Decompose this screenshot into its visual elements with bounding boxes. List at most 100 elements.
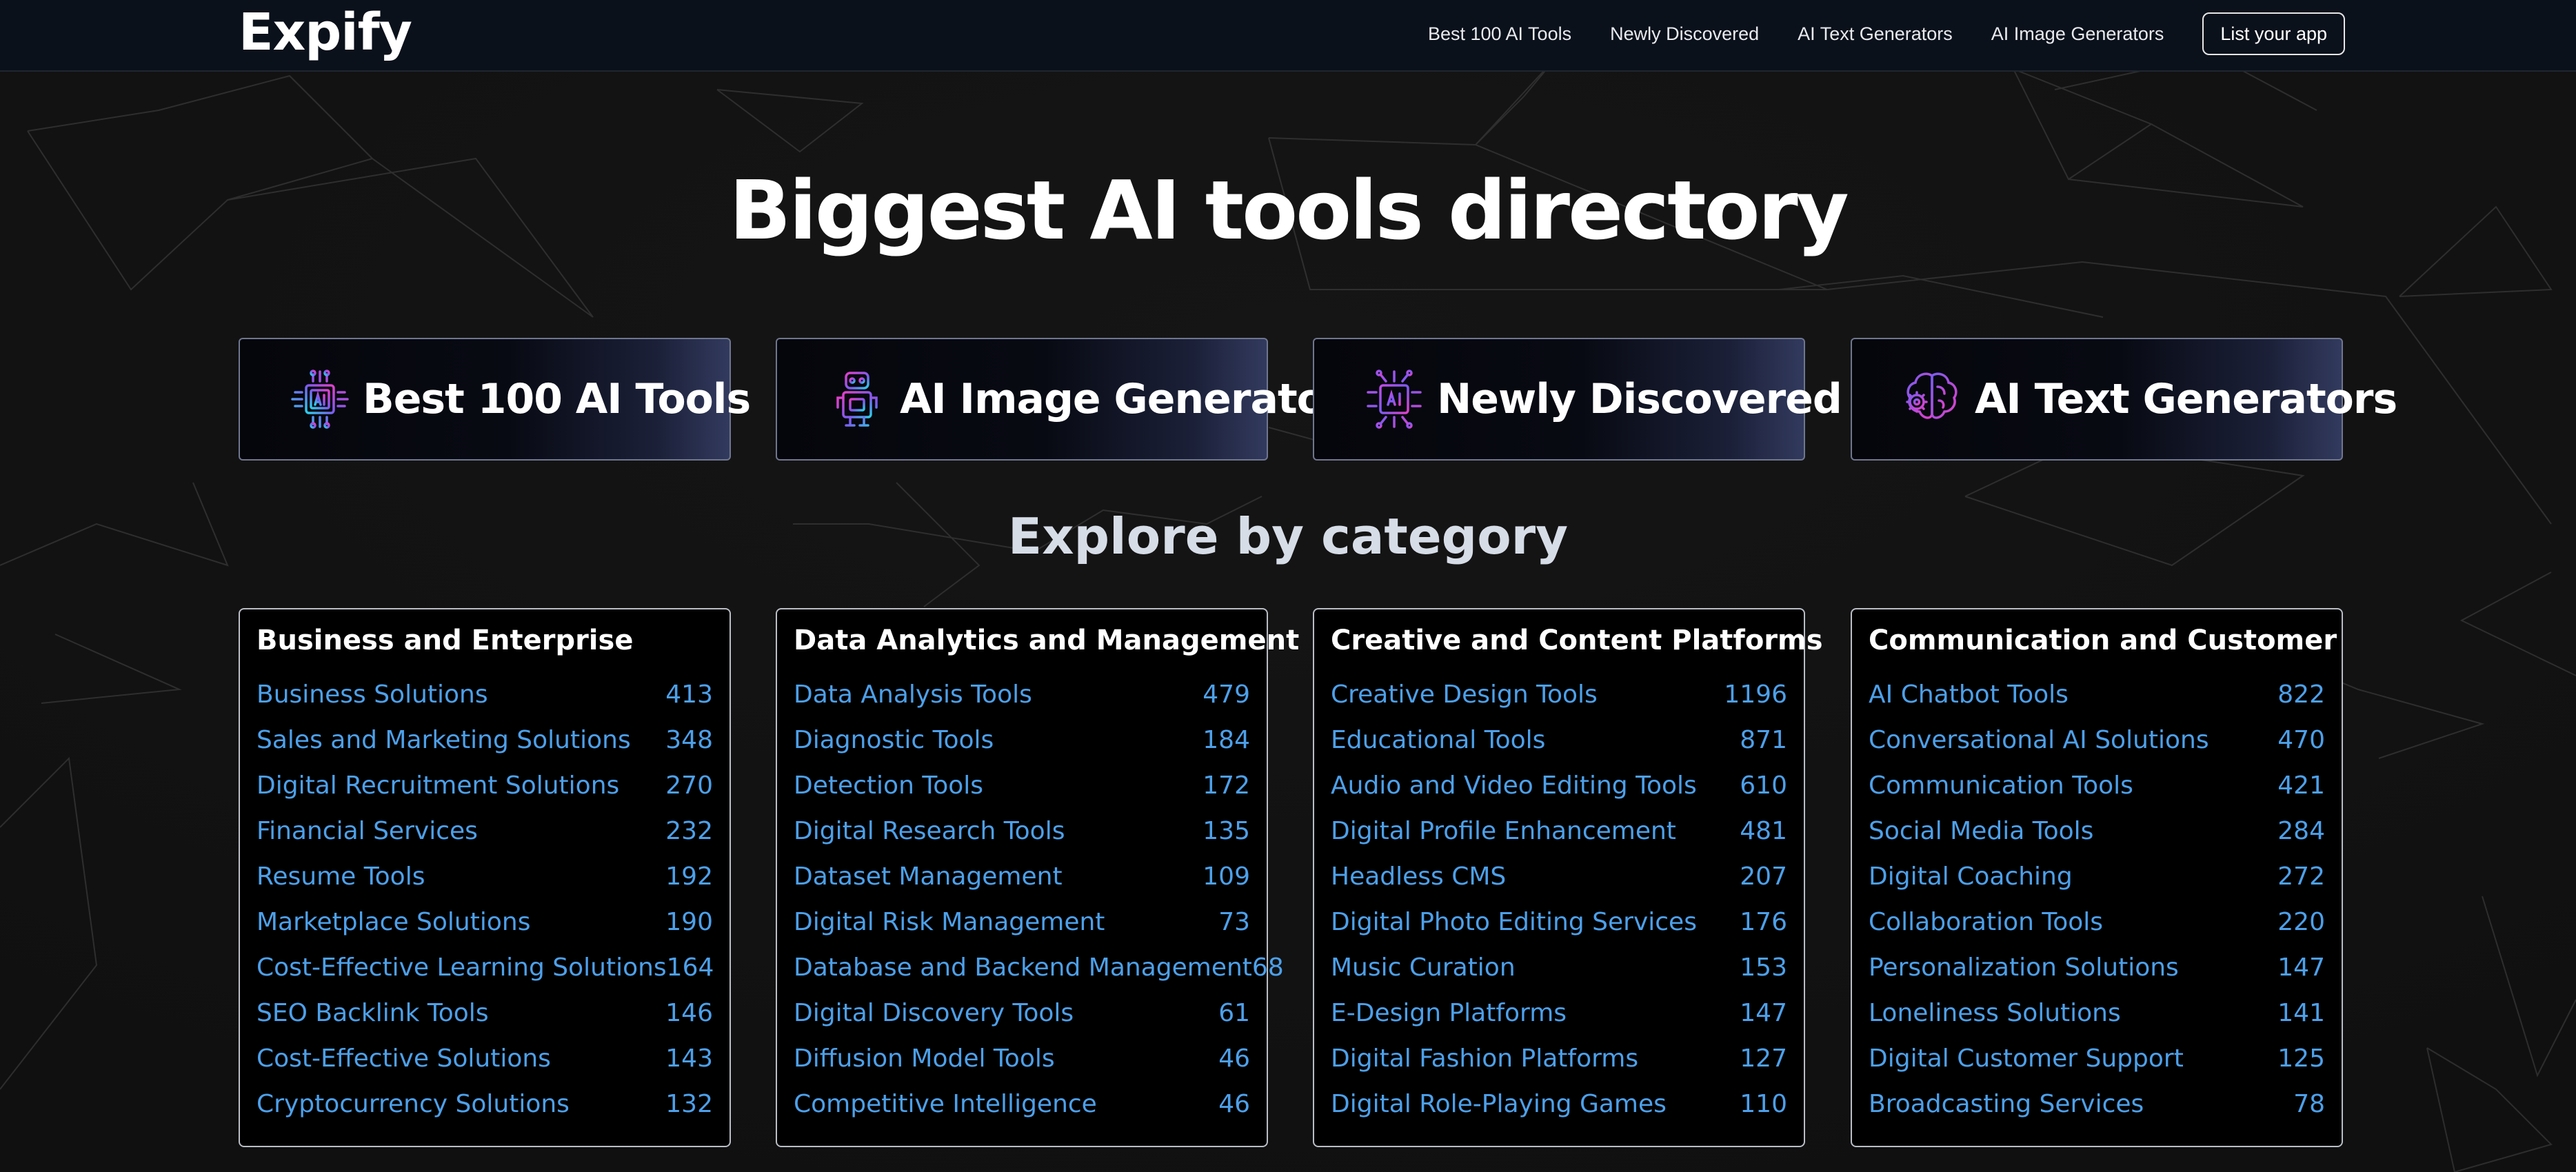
list-your-app-button[interactable]: List your app [2202, 12, 2345, 55]
category-link-count: 46 [1218, 1044, 1250, 1073]
category-link-count: 871 [1740, 725, 1787, 754]
category-link[interactable]: Creative Design Tools 1196 [1331, 671, 1787, 717]
category-title: Communication and Customer [1869, 625, 2337, 656]
category-link[interactable]: Digital Fashion Platforms 127 [1331, 1035, 1787, 1081]
category-link-name: Digital Photo Editing Services [1331, 907, 1697, 936]
category-link-count: 46 [1218, 1089, 1250, 1118]
category-link[interactable]: Conversational AI Solutions 470 [1869, 717, 2325, 762]
nav-link-best-100[interactable]: Best 100 AI Tools [1428, 23, 1571, 45]
brain-gear-icon [1899, 366, 1965, 432]
category-link[interactable]: Data Analysis Tools 479 [794, 671, 1250, 717]
category-link-name: Resume Tools [256, 862, 425, 891]
category-link-name: Cryptocurrency Solutions [256, 1089, 570, 1118]
category-link-count: 348 [665, 725, 713, 754]
featured-card-label: Best 100 AI Tools [363, 375, 751, 423]
category-link-name: Broadcasting Services [1869, 1089, 2144, 1118]
category-link[interactable]: Social Media Tools 284 [1869, 808, 2325, 853]
nav-link-image-generators[interactable]: AI Image Generators [1991, 23, 2164, 45]
category-link-count: 184 [1203, 725, 1250, 754]
category-link-name: AI Chatbot Tools [1869, 680, 2069, 709]
category-link[interactable]: Digital Photo Editing Services 176 [1331, 899, 1787, 944]
category-link[interactable]: Digital Discovery Tools 61 [794, 990, 1250, 1035]
category-link[interactable]: Diagnostic Tools 184 [794, 717, 1250, 762]
category-link-name: Sales and Marketing Solutions [256, 725, 631, 754]
nav-link-text-generators[interactable]: AI Text Generators [1798, 23, 1953, 45]
category-link-count: 135 [1203, 816, 1250, 845]
category-link[interactable]: Headless CMS 207 [1331, 853, 1787, 899]
category-link[interactable]: Diffusion Model Tools 46 [794, 1035, 1250, 1081]
featured-card-best-100[interactable]: Best 100 AI Tools [239, 338, 751, 461]
category-link[interactable]: Sales and Marketing Solutions 348 [256, 717, 713, 762]
featured-card-label: AI Text Generators [1975, 375, 2397, 423]
explore-heading: Explore by category [1007, 507, 1569, 565]
category-link[interactable]: Personalization Solutions 147 [1869, 944, 2325, 990]
featured-card-label: Newly Discovered [1437, 375, 1842, 423]
category-link-name: Communication Tools [1869, 771, 2133, 800]
category-link-name: Diffusion Model Tools [794, 1044, 1055, 1073]
category-link-name: Personalization Solutions [1869, 953, 2179, 982]
category-link[interactable]: Digital Role-Playing Games 110 [1331, 1081, 1787, 1126]
category-link-name: Loneliness Solutions [1869, 998, 2121, 1027]
category-link[interactable]: SEO Backlink Tools 146 [256, 990, 713, 1035]
category-link-name: Digital Discovery Tools [794, 998, 1074, 1027]
category-link[interactable]: Financial Services 232 [256, 808, 713, 853]
category-link-count: 146 [665, 998, 713, 1027]
category-link-count: 110 [1740, 1089, 1787, 1118]
category-link[interactable]: Digital Customer Support 125 [1869, 1035, 2325, 1081]
category-link-name: Marketplace Solutions [256, 907, 531, 936]
category-link[interactable]: Educational Tools 871 [1331, 717, 1787, 762]
category-link[interactable]: Digital Risk Management 73 [794, 899, 1250, 944]
category-link-name: Dataset Management [794, 862, 1063, 891]
category-link[interactable]: Business Solutions 413 [256, 671, 713, 717]
category-link-name: Digital Customer Support [1869, 1044, 2184, 1073]
category-link[interactable]: Database and Backend Management 68 [794, 944, 1284, 990]
category-link-count: 68 [1251, 953, 1284, 982]
category-link[interactable]: Marketplace Solutions 190 [256, 899, 713, 944]
category-link-count: 147 [1740, 998, 1787, 1027]
category-link-name: Database and Backend Management [794, 953, 1252, 982]
category-link[interactable]: Digital Coaching 272 [1869, 853, 2325, 899]
category-link[interactable]: Communication Tools 421 [1869, 762, 2325, 808]
category-link-count: 109 [1203, 862, 1250, 891]
category-link[interactable]: Resume Tools 192 [256, 853, 713, 899]
category-link-count: 272 [2277, 862, 2325, 891]
category-link-count: 220 [2277, 907, 2325, 936]
category-card-business: Business and Enterprise Business Solutio… [239, 608, 731, 1147]
category-link[interactable]: Detection Tools 172 [794, 762, 1250, 808]
category-link-count: 190 [665, 907, 713, 936]
category-link-name: Music Curation [1331, 953, 1516, 982]
category-link[interactable]: Digital Recruitment Solutions 270 [256, 762, 713, 808]
featured-card-newly-discovered[interactable]: Newly Discovered [1313, 338, 1842, 461]
category-link[interactable]: Loneliness Solutions 141 [1869, 990, 2325, 1035]
category-link[interactable]: Music Curation 153 [1331, 944, 1787, 990]
category-link[interactable]: Cost-Effective Learning Solutions 164 [256, 944, 714, 990]
category-link[interactable]: E-Design Platforms 147 [1331, 990, 1787, 1035]
category-card-communication: Communication and Customer AI Chatbot To… [1851, 608, 2343, 1147]
category-link[interactable]: Broadcasting Services 78 [1869, 1081, 2325, 1126]
category-link[interactable]: Competitive Intelligence 46 [794, 1081, 1250, 1126]
category-link-name: Conversational AI Solutions [1869, 725, 2209, 754]
category-link[interactable]: Audio and Video Editing Tools 610 [1331, 762, 1787, 808]
category-link-count: 421 [2277, 771, 2325, 800]
category-link-count: 164 [666, 953, 714, 982]
category-link-count: 192 [665, 862, 713, 891]
category-link[interactable]: Cost-Effective Solutions 143 [256, 1035, 713, 1081]
logo[interactable]: Expify [239, 3, 412, 62]
category-link-name: Audio and Video Editing Tools [1331, 771, 1697, 800]
category-link-count: 470 [2277, 725, 2325, 754]
category-link-name: Competitive Intelligence [794, 1089, 1097, 1118]
category-link-name: Digital Fashion Platforms [1331, 1044, 1639, 1073]
category-link[interactable]: AI Chatbot Tools 822 [1869, 671, 2325, 717]
featured-card-image-generators[interactable]: AI Image Generators [776, 338, 1369, 461]
category-link-count: 73 [1218, 907, 1250, 936]
category-link-count: 172 [1203, 771, 1250, 800]
category-link[interactable]: Digital Profile Enhancement 481 [1331, 808, 1787, 853]
category-link[interactable]: Cryptocurrency Solutions 132 [256, 1081, 713, 1126]
category-link[interactable]: Collaboration Tools 220 [1869, 899, 2325, 944]
category-list: Creative Design Tools 1196 Educational To… [1331, 671, 1787, 1126]
featured-card-text-generators[interactable]: AI Text Generators [1851, 338, 2397, 461]
nav-link-newly-discovered[interactable]: Newly Discovered [1610, 23, 1759, 45]
category-link[interactable]: Digital Research Tools 135 [794, 808, 1250, 853]
nav-links: Best 100 AI Tools Newly Discovered AI Te… [1428, 12, 2345, 55]
category-link[interactable]: Dataset Management 109 [794, 853, 1250, 899]
